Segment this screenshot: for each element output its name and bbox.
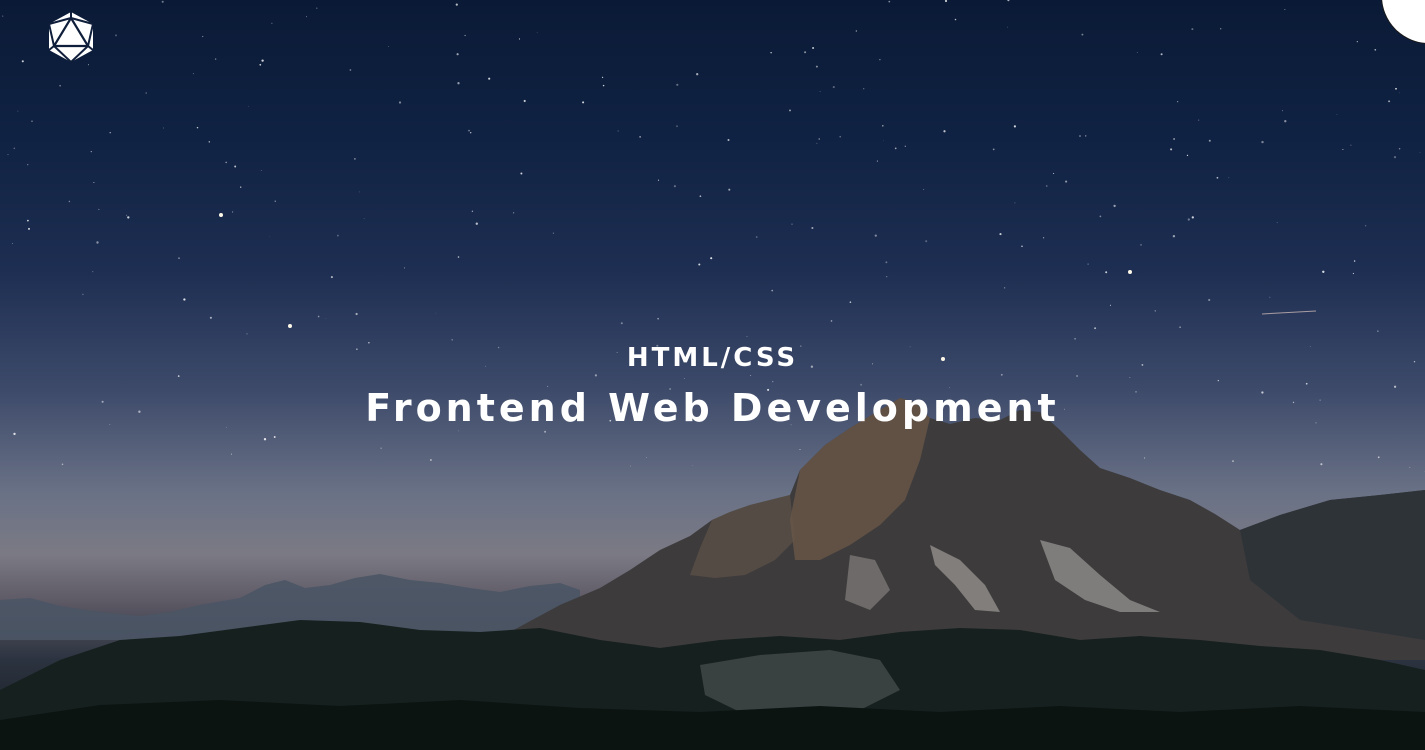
hero-section: HTML/CSS Frontend Web Development bbox=[0, 0, 1425, 750]
logo-icon[interactable] bbox=[44, 10, 98, 64]
icosahedron-logo-icon bbox=[48, 12, 94, 63]
hero-title: Frontend Web Development bbox=[365, 386, 1060, 430]
mountain-landscape bbox=[0, 398, 1425, 750]
hero-subtitle: HTML/CSS bbox=[626, 343, 799, 373]
